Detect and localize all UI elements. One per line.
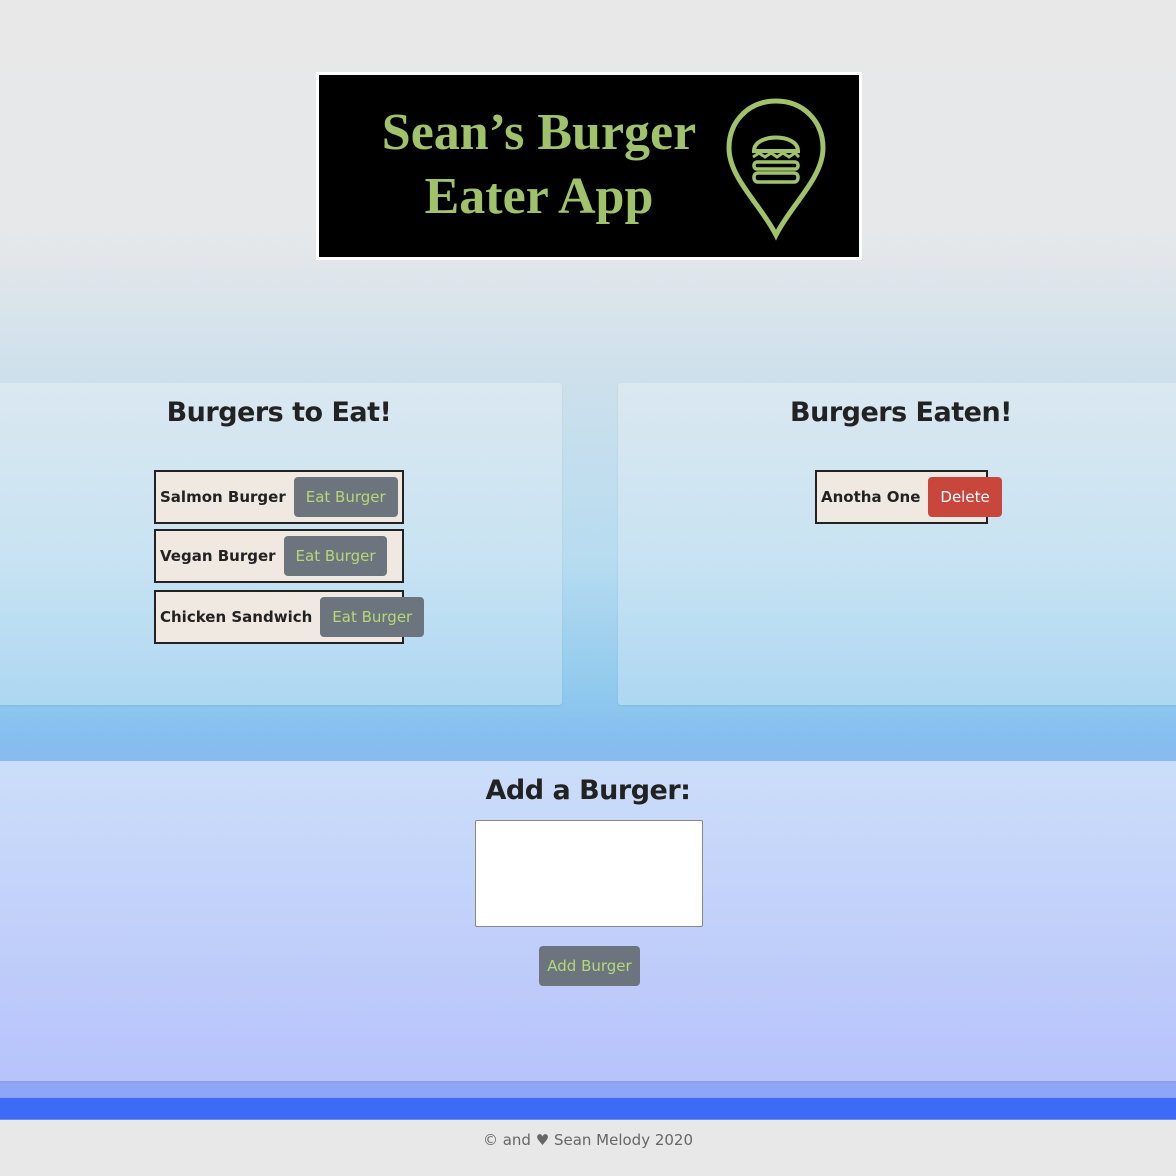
add-burger-button[interactable]: Add Burger	[539, 946, 640, 986]
logo-title-line1: Sean’s Burger	[381, 104, 697, 161]
eat-burger-button[interactable]: Eat Burger	[293, 477, 398, 517]
burger-item: Chicken Sandwich Eat Burger	[154, 590, 425, 644]
delete-burger-button[interactable]: Delete	[928, 477, 1002, 517]
add-burger-heading: Add a Burger:	[485, 775, 691, 806]
burger-name-input[interactable]	[475, 820, 703, 927]
eat-burger-button[interactable]: Eat Burger	[320, 597, 425, 637]
burger-pin-icon	[726, 98, 826, 241]
eat-burger-button[interactable]: Eat Burger	[283, 536, 388, 576]
app-logo-banner: Sean’s Burger Eater App	[316, 72, 862, 260]
logo-title: Sean’s Burger Eater App	[329, 101, 749, 229]
eaten-burger-item: Anotha One Delete	[815, 470, 1002, 524]
burger-name: Vegan Burger	[160, 547, 276, 565]
burger-item: Vegan Burger Eat Burger	[154, 529, 404, 583]
footer-credit: © and ♥ Sean Melody 2020	[482, 1131, 694, 1149]
burgers-to-eat-heading: Burgers to Eat!	[166, 397, 392, 428]
burger-item: Salmon Burger Eat Burger	[154, 470, 404, 524]
logo-title-line2: Eater App	[424, 168, 654, 225]
burger-name: Salmon Burger	[160, 488, 286, 506]
burgers-eaten-panel: Burgers Eaten! Anotha One Delete	[618, 383, 1176, 705]
burger-name: Chicken Sandwich	[160, 608, 313, 626]
burger-name: Anotha One	[821, 488, 921, 506]
add-burger-panel: Add a Burger: Add Burger	[0, 761, 1176, 1081]
burgers-eaten-heading: Burgers Eaten!	[790, 397, 1012, 428]
burgers-to-eat-panel: Burgers to Eat! Salmon Burger Eat Burger…	[0, 383, 562, 705]
